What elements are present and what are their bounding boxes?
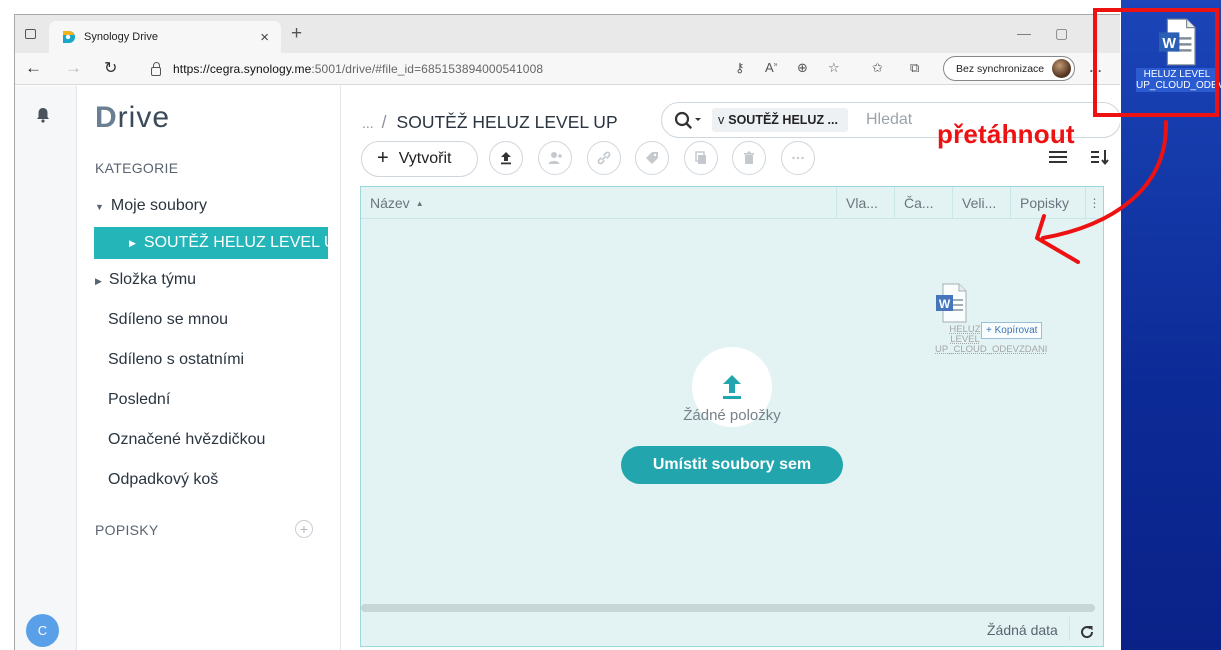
minimize-button[interactable]: —	[1017, 25, 1031, 41]
search-icon[interactable]	[674, 111, 702, 129]
add-label-button[interactable]: +	[295, 520, 313, 538]
sidebar-item-active-folder[interactable]: ▶ SOUTĚŽ HELUZ LEVEL UP	[94, 227, 328, 259]
tag-icon	[646, 152, 658, 164]
refresh-list-icon[interactable]	[1078, 623, 1096, 641]
link-icon	[597, 151, 611, 165]
sidebar-item-shared-with-me[interactable]: Sdíleno se mnou	[108, 311, 228, 329]
column-owner[interactable]: Vla...	[836, 187, 894, 219]
drive-logo: Drive	[95, 101, 171, 134]
back-icon[interactable]: ←	[25, 58, 42, 78]
sidebar-item-recent[interactable]: Poslední	[108, 391, 170, 409]
more-actions-button[interactable]	[781, 141, 815, 175]
categories-label: KATEGORIE	[95, 160, 179, 176]
copy-tooltip: + Kopírovat	[981, 322, 1043, 339]
drag-annotation: přetáhnout	[937, 119, 1075, 149]
sort-asc-icon: ▲	[415, 198, 424, 208]
lock-icon[interactable]	[151, 61, 161, 76]
add-favorite-icon[interactable]: ☆	[828, 60, 840, 76]
browser-tab-bar: Synology Drive × + — ▢	[15, 15, 1120, 53]
synology-drive-app: C Drive KATEGORIE ▼ Moje soubory ▶ SOUTĚŽ …	[15, 86, 1120, 650]
upload-button[interactable]	[489, 141, 523, 175]
refresh-icon[interactable]: ↻	[104, 58, 117, 78]
tab-actions-icon[interactable]	[25, 29, 36, 39]
breadcrumb-separator: /	[381, 112, 387, 132]
breadcrumb: ... / SOUTĚŽ HELUZ LEVEL UP	[362, 112, 618, 133]
column-labels[interactable]: Popisky	[1010, 187, 1087, 219]
share-user-button[interactable]	[538, 141, 572, 175]
list-header: Název ▲ Vla... Ča... Veli... Popisky ⋮	[361, 187, 1103, 219]
column-size[interactable]: Veli...	[952, 187, 1010, 219]
breadcrumb-current: SOUTĚŽ HELUZ LEVEL UP	[396, 112, 618, 132]
create-button[interactable]: + Vytvořit	[361, 141, 478, 177]
url-field[interactable]: https://cegra.synology.me:5001/drive/#fi…	[141, 57, 731, 81]
add-user-icon	[548, 152, 562, 164]
footer-divider	[1069, 617, 1070, 641]
collections-icon[interactable]: ⧉	[910, 60, 919, 76]
highlight-frame	[1093, 8, 1219, 117]
labels-section-label: POPISKY	[95, 522, 159, 538]
sync-label: Bez synchronizace	[956, 62, 1045, 75]
breadcrumb-more[interactable]: ...	[362, 115, 374, 131]
caret-down-icon: ▼	[95, 202, 104, 212]
svg-text:W: W	[939, 297, 951, 311]
browser-window: Synology Drive × + — ▢ ← → ↻ https://ceg…	[14, 14, 1120, 650]
synology-drive-logo-icon	[61, 30, 75, 44]
url-host: https://cegra.synology.me	[173, 62, 312, 76]
copy-button[interactable]	[684, 141, 718, 175]
column-name[interactable]: Název ▲	[361, 187, 836, 219]
upload-icon	[501, 152, 511, 165]
new-tab-button[interactable]: +	[291, 24, 302, 44]
empty-state-text: Žádné položky	[683, 407, 781, 424]
sidebar: Drive KATEGORIE ▼ Moje soubory ▶ SOUTĚŽ HE…	[77, 86, 341, 650]
footer-status: Žádná data	[987, 622, 1058, 638]
file-list[interactable]: Název ▲ Vla... Ča... Veli... Popisky ⋮ Žá…	[360, 186, 1104, 647]
search-input[interactable]: Hledat	[866, 111, 912, 129]
column-time[interactable]: Ča...	[894, 187, 952, 219]
url-path: :5001/drive/#file_id=685153894000541008	[311, 62, 544, 76]
caret-right-icon: ▶	[129, 237, 136, 248]
favorites-icon[interactable]: ✩	[872, 60, 883, 76]
zoom-icon[interactable]: ⊕	[797, 60, 808, 76]
tab-close-icon[interactable]: ×	[260, 29, 269, 46]
address-bar: ← → ↻ https://cegra.synology.me:5001/dri…	[15, 53, 1120, 85]
forward-icon[interactable]: →	[65, 58, 82, 78]
trash-icon	[744, 151, 754, 164]
column-options-icon[interactable]: ⋮	[1085, 187, 1103, 219]
caret-right-icon: ▶	[95, 276, 102, 286]
sidebar-item-starred[interactable]: Označené hvězdičkou	[108, 431, 265, 449]
drop-files-button[interactable]: Umístit soubory sem	[621, 446, 843, 484]
sidebar-item-trash[interactable]: Odpadkový koš	[108, 471, 218, 489]
profile-avatar	[1052, 59, 1071, 78]
password-key-icon[interactable]: ⚷	[735, 60, 745, 76]
drag-ghost: W HELUZ LEVEL UP_CLOUD_ODEVZDANI + Kopír…	[935, 283, 1047, 373]
read-aloud-icon[interactable]: A»	[765, 60, 778, 75]
delete-button[interactable]	[732, 141, 766, 175]
tag-button[interactable]	[635, 141, 669, 175]
browser-tab[interactable]: Synology Drive ×	[49, 21, 281, 53]
word-file-icon: W	[936, 283, 967, 323]
profile-sync-button[interactable]: Bez synchronizace	[943, 56, 1075, 81]
list-view-icon[interactable]	[1048, 148, 1068, 166]
horizontal-scrollbar[interactable]	[361, 604, 1095, 612]
copy-icon	[695, 151, 706, 164]
search-scope-chip[interactable]: v SOUTĚŽ HELUZ ...	[712, 108, 848, 132]
sidebar-item-my-files[interactable]: ▼ Moje soubory	[95, 197, 207, 215]
left-rail: C	[15, 86, 77, 650]
main-panel: ... / SOUTĚŽ HELUZ LEVEL UP v SOUTĚŽ HELUZ …	[342, 86, 1120, 650]
screenshot-root: Synology Drive × + — ▢ ← → ↻ https://ceg…	[0, 0, 1221, 650]
tab-title: Synology Drive	[84, 31, 158, 43]
more-dots-icon	[792, 156, 804, 160]
user-avatar[interactable]: C	[26, 614, 59, 647]
sidebar-item-shared-with-others[interactable]: Sdíleno s ostatními	[108, 351, 244, 369]
link-button[interactable]	[587, 141, 621, 175]
maximize-button[interactable]: ▢	[1055, 25, 1068, 42]
sidebar-item-team-folder[interactable]: ▶ Složka týmu	[95, 271, 196, 289]
upload-arrow-icon	[723, 375, 741, 399]
sort-icon[interactable]	[1090, 148, 1110, 166]
bell-icon[interactable]	[34, 106, 52, 124]
